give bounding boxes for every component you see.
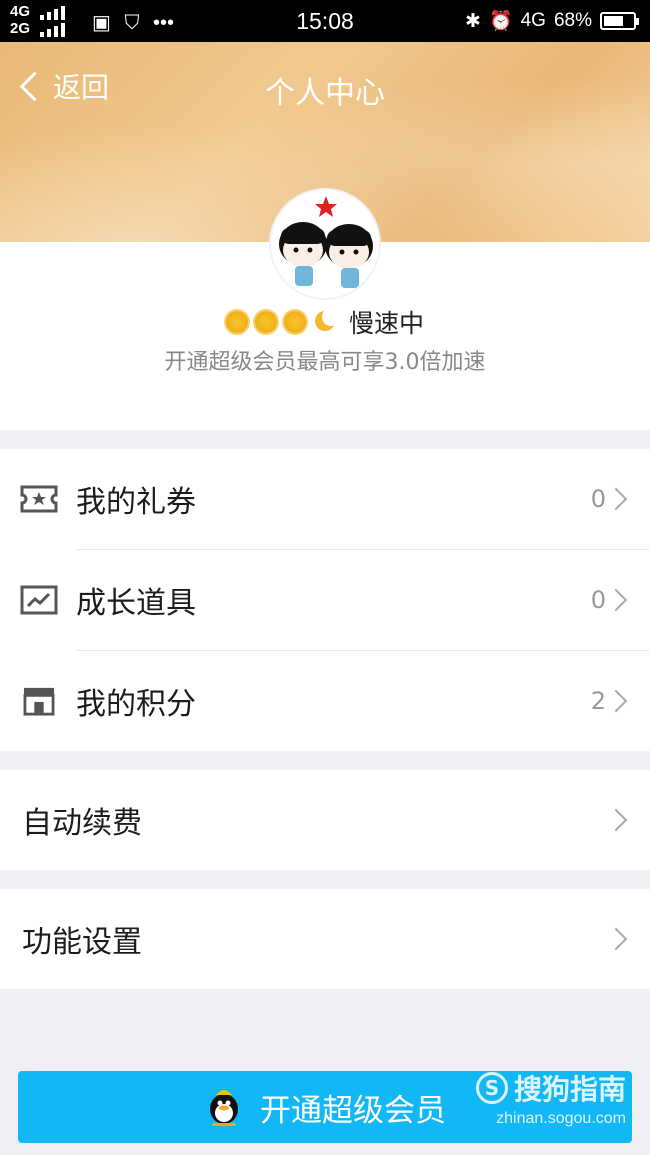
menu-group-assets: 我的礼券 0 成长道具 0 我的积分 2 bbox=[0, 449, 650, 751]
sun-icon bbox=[225, 311, 248, 333]
avatar-image bbox=[271, 190, 379, 298]
sogou-logo-icon: S bbox=[475, 1072, 508, 1104]
menu-label: 我的礼券 bbox=[76, 485, 196, 520]
button-label: 开通超级会员 bbox=[260, 1092, 446, 1129]
status-bar: 4G 2G ▣ ⛉ ••• 15:08 ✱ ⏰ 4G 68% bbox=[0, 0, 650, 42]
bluetooth-icon: ✱ bbox=[465, 10, 481, 32]
menu-item-coupons[interactable]: 我的礼券 0 bbox=[0, 449, 650, 549]
battery-fill bbox=[604, 16, 623, 26]
chevron-right-icon bbox=[604, 588, 628, 612]
growth-chart-icon bbox=[20, 585, 58, 615]
sun-icon bbox=[254, 311, 277, 333]
menu-item-points[interactable]: 我的积分 2 bbox=[0, 651, 650, 751]
menu-label: 成长道具 bbox=[76, 586, 196, 621]
watermark-brand-text: 搜狗指南 bbox=[513, 1073, 626, 1106]
menu-label: 自动续费 bbox=[22, 806, 142, 841]
watermark: S 搜狗指南 zhinan.sogou.com bbox=[475, 1068, 626, 1128]
vip-promo-text: 开通超级会员最高可享3.0倍加速 bbox=[164, 350, 486, 375]
store-icon bbox=[23, 687, 55, 716]
watermark-brand: S 搜狗指南 bbox=[475, 1068, 626, 1108]
menu-item-growth-items[interactable]: 成长道具 0 bbox=[0, 550, 650, 650]
battery-percent: 68% bbox=[553, 10, 592, 31]
alarm-icon: ⏰ bbox=[488, 11, 513, 32]
menu-label: 功能设置 bbox=[22, 925, 142, 960]
ticket-icon bbox=[20, 485, 58, 513]
avatar[interactable] bbox=[271, 190, 379, 298]
battery-icon bbox=[600, 12, 639, 30]
chevron-right-icon bbox=[604, 927, 628, 951]
chevron-right-icon bbox=[604, 487, 628, 511]
qq-penguin-icon bbox=[210, 1090, 238, 1126]
vip-level: 慢速中 bbox=[0, 304, 650, 340]
network-type: 4G bbox=[520, 10, 546, 31]
chevron-right-icon bbox=[604, 689, 628, 713]
moon-icon bbox=[313, 308, 340, 333]
watermark-url: zhinan.sogou.com bbox=[496, 1110, 626, 1127]
level-status: 慢速中 bbox=[348, 309, 424, 338]
menu-item-auto-renewal[interactable]: 自动续费 bbox=[0, 770, 650, 870]
menu-item-settings[interactable]: 功能设置 bbox=[0, 889, 650, 989]
menu-label: 我的积分 bbox=[76, 687, 196, 722]
menu-group-settings: 功能设置 bbox=[0, 889, 650, 989]
page-title: 个人中心 bbox=[265, 76, 385, 111]
chevron-right-icon bbox=[604, 808, 628, 832]
sun-icon bbox=[283, 311, 306, 333]
system-icons: ✱ ⏰ 4G 68% bbox=[465, 9, 639, 33]
menu-group-renewal: 自动续费 bbox=[0, 770, 650, 870]
